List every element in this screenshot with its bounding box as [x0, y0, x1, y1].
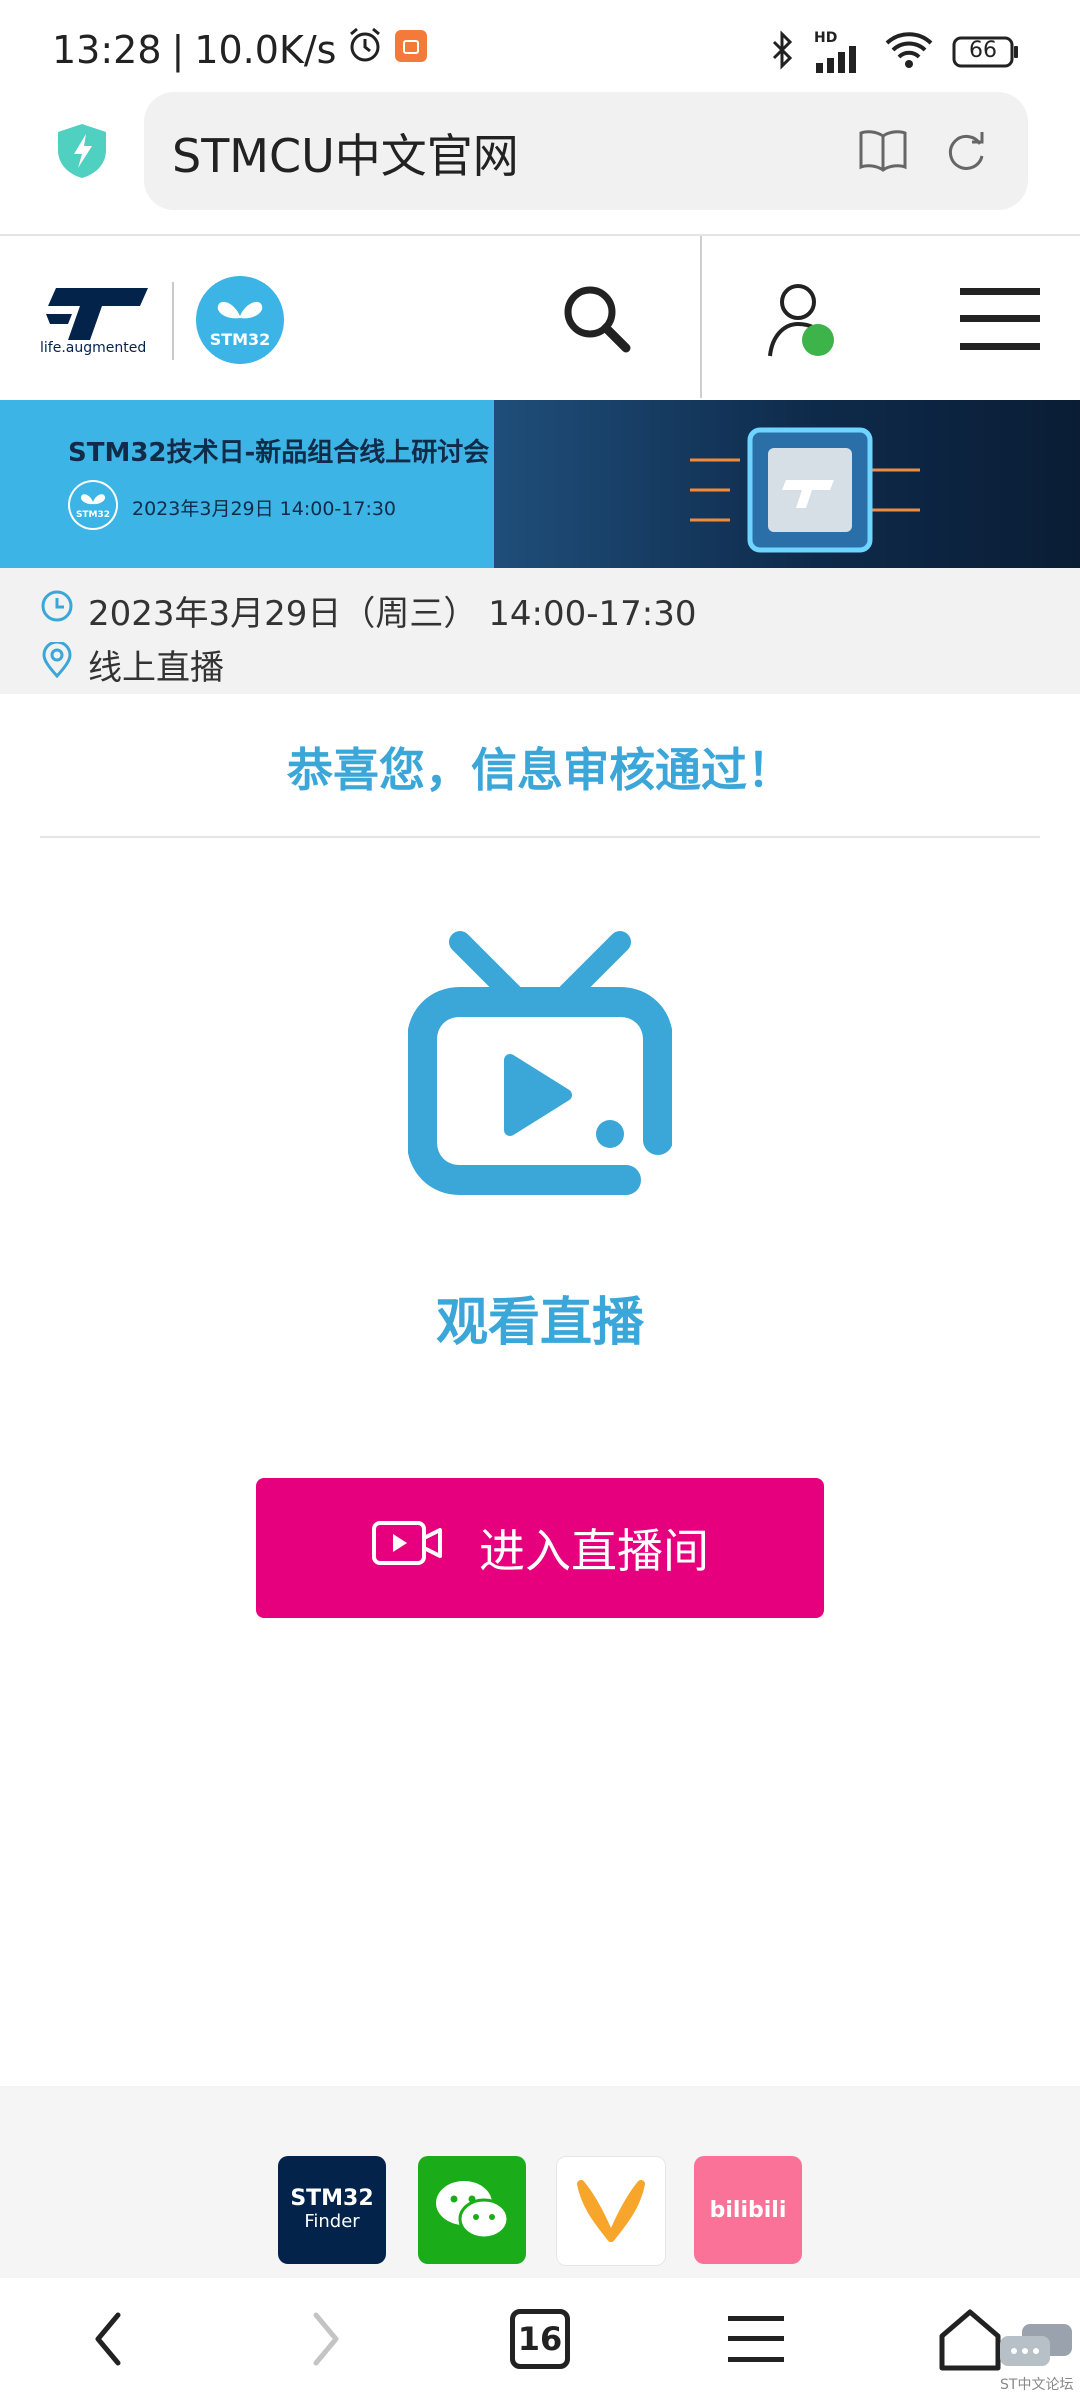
header-divider — [700, 236, 702, 398]
tabs-count: 16 — [517, 2320, 563, 2358]
event-datetime-row: 2023年3月29日（周三） 14:00-17:30 — [40, 586, 696, 635]
tv-play-icon[interactable] — [407, 930, 673, 1202]
status-time: 13:28 — [52, 27, 162, 72]
alarm-icon — [346, 26, 384, 73]
search-icon[interactable] — [560, 282, 632, 354]
signal-icon: HD — [814, 31, 866, 73]
status-right: HD 66 — [770, 30, 1020, 74]
chip-illustration — [690, 420, 920, 560]
user-account-icon[interactable] — [760, 280, 840, 360]
reader-mode-icon[interactable] — [858, 128, 908, 172]
status-bar: 13:28 | 10.0K/s HD 66 — [0, 0, 1080, 92]
reload-icon[interactable] — [942, 128, 990, 176]
shopping-app-icon — [394, 28, 428, 72]
status-left: 13:28 | 10.0K/s — [52, 26, 428, 73]
event-datetime: 2023年3月29日（周三） 14:00-17:30 — [88, 594, 697, 634]
video-camera-icon — [371, 1518, 443, 1579]
stm32-finder-app-icon[interactable]: STM32 Finder — [278, 2156, 386, 2264]
enter-live-room-label: 进入直播间 — [479, 1524, 709, 1578]
security-shield-icon[interactable] — [56, 122, 108, 180]
logo-tagline: life.augmented — [40, 340, 147, 356]
back-icon[interactable] — [68, 2302, 148, 2376]
stm32-badge[interactable]: STM32 — [196, 276, 284, 364]
share-app-strip — [0, 2086, 1080, 2278]
watch-live-label[interactable]: 观看直播 — [0, 1280, 1080, 1355]
tabs-count-button[interactable]: 16 — [500, 2302, 580, 2376]
stm32-badge-label: STM32 — [209, 330, 271, 349]
wifi-icon — [884, 30, 934, 74]
tabs-icon: 16 — [510, 2309, 570, 2369]
enter-live-room-button[interactable]: 进入直播间 — [256, 1478, 824, 1618]
st-logo[interactable]: life.augmented — [40, 278, 152, 360]
section-divider — [40, 836, 1040, 838]
browser-menu-icon[interactable] — [716, 2302, 796, 2376]
banner-title: STM32技术日-新品组合线上研讨会 — [68, 438, 490, 468]
logo-separator — [172, 282, 174, 360]
event-location-row: 线上直播 — [40, 640, 224, 689]
bilibili-app-icon[interactable]: bilibili — [694, 2156, 802, 2264]
hamburger-menu-icon[interactable] — [960, 286, 1040, 352]
bluetooth-icon — [770, 30, 796, 74]
event-location: 线上直播 — [88, 648, 224, 688]
battery-icon: 66 — [952, 36, 1020, 68]
forum-watermark: ST中文论坛 — [1000, 2377, 1074, 2393]
banner-date: 2023年3月29日 14:00-17:30 — [132, 498, 397, 520]
forum-chat-icon — [998, 2322, 1074, 2376]
forward-icon[interactable] — [286, 2302, 366, 2376]
banner-stm32-logo: STM32 — [68, 480, 118, 530]
miao-app-icon[interactable] — [556, 2156, 666, 2266]
banner-logo-label: STM32 — [75, 510, 111, 520]
status-speed: 10.0K/s — [194, 27, 337, 72]
clock-icon — [40, 589, 74, 632]
wechat-app-icon[interactable] — [418, 2156, 526, 2264]
site-header — [0, 236, 1080, 398]
location-pin-icon — [40, 640, 74, 687]
success-message: 恭喜您，信息审核通过！ — [287, 743, 793, 797]
url-text[interactable]: STMCU中文官网 — [172, 120, 519, 186]
